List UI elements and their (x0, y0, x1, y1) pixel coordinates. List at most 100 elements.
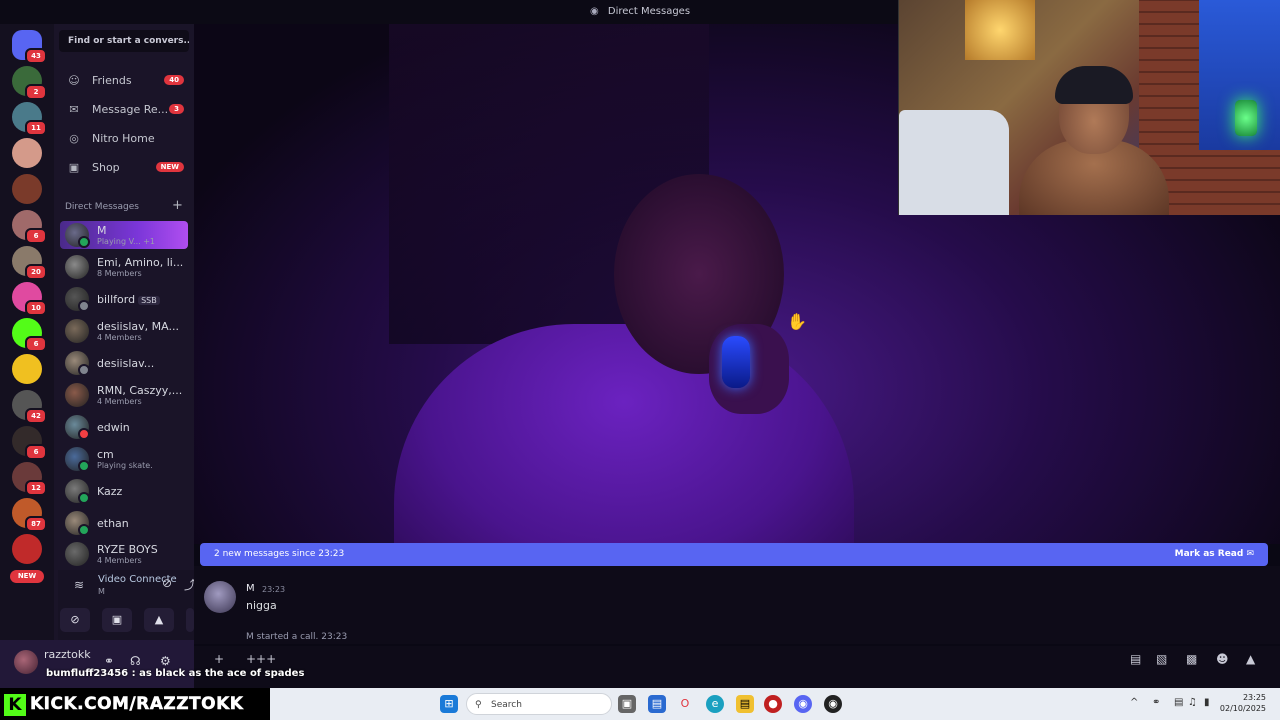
obs-icon[interactable]: ◉ (824, 695, 842, 713)
dm-subtitle: Playing V... +1 (97, 237, 156, 246)
add-attachment-icon[interactable]: + (214, 652, 224, 666)
dm-item[interactable]: Emi, Amino, li... 8 Members (60, 253, 188, 281)
taskbar-search-label: Search (491, 700, 522, 710)
dm-item[interactable]: desiislav, MA... 4 Members (60, 317, 188, 345)
server-icon[interactable]: 10 (12, 282, 47, 316)
tray-network-icon[interactable]: ▤ (1174, 697, 1183, 708)
tray-mic-icon[interactable]: ⚭ (1152, 697, 1160, 708)
tray-battery-icon[interactable]: ▮ (1204, 697, 1210, 708)
server-icon[interactable] (12, 534, 42, 564)
nav-item-friends[interactable]: ☺ Friends 40 (58, 68, 188, 92)
dm-item[interactable]: ethan (60, 509, 188, 537)
server-icon[interactable]: 20 (12, 246, 47, 280)
mark-as-read-button[interactable]: Mark as Read ✉ (1175, 543, 1254, 566)
dm-subtitle: 8 Members (97, 269, 142, 278)
app-icon[interactable]: ● (764, 695, 782, 713)
sticker-icon[interactable]: ▩ (1186, 652, 1197, 666)
nav-badge: 40 (164, 75, 184, 85)
kick-logo-icon: K (4, 694, 26, 716)
message-text: nigga (246, 599, 277, 612)
avatar (65, 255, 89, 279)
server-icon[interactable]: 6 (12, 426, 47, 460)
apps-icon[interactable]: +++ (246, 652, 276, 666)
activity-button[interactable]: ▲ (144, 608, 174, 632)
dm-item[interactable]: M Playing V... +1 (60, 221, 188, 249)
dm-subtitle: Playing skate. (97, 461, 153, 470)
server-icon[interactable]: 12 (12, 462, 47, 496)
server-rail: 43 2 11 6 20 10 6 42 6 12 87 NEW (0, 24, 54, 688)
nav-item-nitro-home[interactable]: ◎ Nitro Home (58, 126, 188, 150)
nav-item-message-re-[interactable]: ✉ Message Re... 3 (58, 97, 188, 121)
message-author[interactable]: M (246, 583, 255, 594)
taskbar-search[interactable]: ⚲ Search (466, 693, 612, 715)
dm-item[interactable]: RYZE BOYS 4 Members (60, 540, 188, 568)
tray-chevron-icon[interactable]: ^ (1130, 697, 1138, 708)
gift-icon[interactable]: ▤ (1130, 652, 1141, 666)
headphones-icon[interactable]: ☊ (130, 654, 141, 668)
dm-name: RYZE BOYS (97, 543, 158, 556)
discord-taskbar-icon[interactable]: ◉ (794, 695, 812, 713)
nav-item-shop[interactable]: ▣ Shop NEW (58, 155, 188, 179)
edge-icon[interactable]: e (706, 695, 724, 713)
dm-item[interactable]: billford SSB (60, 285, 188, 313)
server-icon[interactable]: 42 (12, 390, 47, 424)
status-dot (78, 364, 90, 376)
signal-icon: ≋ (74, 578, 85, 592)
dm-item[interactable]: RMN, Caszyy,... 4 Members (60, 381, 188, 409)
soundboard-button[interactable] (186, 608, 194, 632)
server-icon[interactable] (12, 138, 42, 168)
friends-icon: ☺ (68, 73, 80, 87)
kick-server-icon[interactable]: 6 (12, 318, 47, 352)
screen-share-button[interactable]: ▣ (102, 608, 132, 632)
search-input[interactable]: Find or start a convers... (59, 30, 189, 52)
mention-badge: 12 (25, 480, 47, 496)
dm-item[interactable]: Kazz (60, 477, 188, 505)
activities-icon[interactable]: ▲ (1246, 652, 1255, 666)
tray-volume-icon[interactable]: ♫ (1188, 697, 1197, 708)
discord-home-icon[interactable]: 43 (12, 30, 47, 64)
file-explorer-icon[interactable]: ▤ (736, 695, 754, 713)
store-icon[interactable]: ▤ (648, 695, 666, 713)
dm-name: RMN, Caszyy,... (97, 384, 183, 397)
server-icon[interactable]: 2 (12, 66, 47, 100)
star-server-icon[interactable] (12, 354, 42, 384)
server-icon[interactable] (12, 174, 42, 204)
clock[interactable]: 23:25 02/10/2025 (1220, 692, 1266, 714)
server-icon[interactable]: 6 (12, 210, 47, 244)
settings-icon[interactable]: ⚙ (160, 654, 171, 668)
message-composer[interactable]: + +++ ▤ ▧ ▩ ☻ ▲ (194, 646, 1280, 688)
dm-name: edwin (97, 420, 130, 434)
user-panel: razztokk ⚭ ☊ ⚙ (0, 640, 194, 688)
avatar (65, 447, 90, 472)
microphone-icon[interactable]: ⚭ (104, 654, 114, 668)
avatar[interactable] (14, 650, 38, 674)
kick-url: KICK.COM/RAZZTOKK (30, 694, 244, 715)
avatar (65, 287, 90, 312)
dm-item[interactable]: desiislav... (60, 349, 188, 377)
mention-badge: 42 (25, 408, 47, 424)
server-icon[interactable]: 11 (12, 102, 47, 136)
create-dm-icon[interactable]: + (172, 198, 183, 213)
avatar[interactable] (204, 581, 236, 613)
gif-icon[interactable]: ▧ (1156, 652, 1167, 666)
nav-badge: NEW (155, 162, 184, 172)
nav-label: Message Re... (92, 102, 169, 116)
server-icon[interactable]: 87 (12, 498, 47, 532)
start-icon[interactable]: ⊞ (440, 695, 458, 713)
task-view-icon[interactable]: ▣ (618, 695, 636, 713)
nav-label: Shop (92, 160, 120, 174)
status-dot (78, 236, 90, 248)
kick-banner: K KICK.COM/RAZZTOKK (0, 688, 270, 720)
mention-badge: 6 (25, 336, 47, 352)
opera-icon[interactable]: O (676, 695, 694, 713)
avatar (65, 511, 90, 536)
camera-off-button[interactable]: ⊘ (60, 608, 90, 632)
dm-item[interactable]: cm Playing skate. (60, 445, 188, 473)
new-messages-bar[interactable]: 2 new messages since 23:23 Mark as Read … (200, 543, 1268, 566)
nav-label: Friends (92, 73, 132, 87)
noise-suppression-icon[interactable]: ⊘ (162, 576, 172, 590)
dm-name: M (97, 224, 107, 237)
dm-item[interactable]: edwin (60, 413, 188, 441)
emoji-icon[interactable]: ☻ (1216, 652, 1229, 666)
bed (899, 110, 1009, 215)
